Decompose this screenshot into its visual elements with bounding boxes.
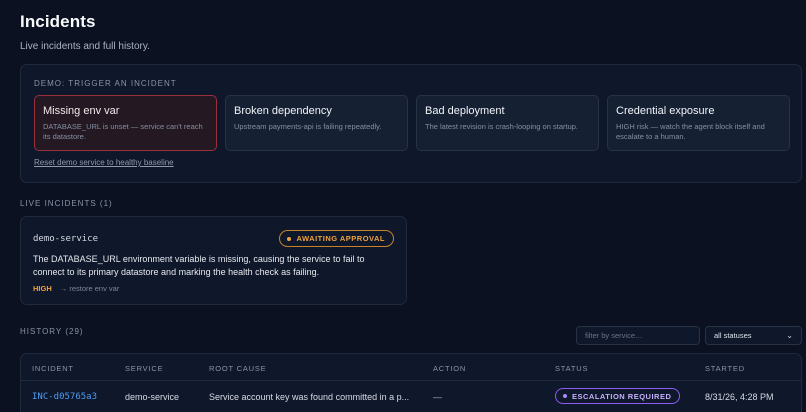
reset-demo-link[interactable]: Reset demo service to healthy baseline (34, 158, 174, 167)
demo-card-title: Credential exposure (616, 105, 715, 117)
demo-card-description: HIGH risk — watch the agent block itself… (616, 122, 765, 142)
proposed-action: → restore env var (59, 284, 120, 293)
service-filter-input[interactable] (576, 326, 700, 345)
row-action: — (433, 392, 442, 402)
demo-card-description: The latest revision is crash-looping on … (425, 122, 578, 131)
severity-label: HIGH (33, 284, 52, 293)
status-badge: AWAITING APPROVAL (279, 230, 394, 247)
live-incident-card[interactable]: demo-service AWAITING APPROVAL The DATAB… (20, 216, 407, 305)
page-subtitle: Live incidents and full history. (20, 41, 150, 52)
demo-card-missing-env-var[interactable]: Missing env var DATABASE_URL is unset — … (34, 95, 217, 151)
history-label: HISTORY (29) (20, 327, 84, 336)
demo-section-label: DEMO: TRIGGER AN INCIDENT (34, 79, 177, 88)
incidents-page: Incidents Live incidents and full histor… (0, 0, 806, 412)
demo-card-description: Upstream payments-api is failing repeate… (234, 122, 382, 131)
incident-description: The DATABASE_URL environment variable is… (33, 254, 365, 278)
demo-card-broken-dependency[interactable]: Broken dependency Upstream payments-api … (225, 95, 408, 151)
demo-card-title: Bad deployment (425, 105, 505, 117)
row-service: demo-service (125, 392, 180, 402)
row-root-cause: Service account key was found committed … (209, 392, 410, 402)
column-header-started[interactable]: STARTED (705, 364, 745, 373)
incident-service-name: demo-service (33, 234, 99, 244)
row-started: 8/31/26, 4:28 PM (705, 392, 774, 402)
demo-card-list: Missing env var DATABASE_URL is unset — … (34, 95, 790, 151)
status-filter-select[interactable]: all statuses ⌄ (705, 326, 802, 345)
table-header: INCIDENT SERVICE ROOT CAUSE ACTION STATU… (21, 354, 801, 381)
page-title: Incidents (20, 12, 96, 31)
status-badge-label: AWAITING APPROVAL (296, 234, 385, 243)
status-dot-icon (563, 394, 567, 398)
column-header-root-cause[interactable]: ROOT CAUSE (209, 364, 266, 373)
status-badge: ESCALATION REQUIRED (555, 388, 681, 404)
demo-card-description: DATABASE_URL is unset — service can't re… (43, 122, 203, 142)
chevron-down-icon: ⌄ (786, 331, 793, 340)
incident-meta: HIGH → restore env var (33, 284, 119, 293)
column-header-action[interactable]: ACTION (433, 364, 466, 373)
column-header-service[interactable]: SERVICE (125, 364, 163, 373)
status-badge-label: ESCALATION REQUIRED (572, 391, 672, 401)
history-table: INCIDENT SERVICE ROOT CAUSE ACTION STATU… (20, 353, 802, 412)
demo-card-credential-exposure[interactable]: Credential exposure HIGH risk — watch th… (607, 95, 790, 151)
column-header-incident[interactable]: INCIDENT (32, 364, 74, 373)
demo-card-title: Broken dependency (234, 105, 332, 117)
column-header-status[interactable]: STATUS (555, 364, 588, 373)
demo-card-bad-deployment[interactable]: Bad deployment The latest revision is cr… (416, 95, 599, 151)
demo-trigger-panel: DEMO: TRIGGER AN INCIDENT Missing env va… (20, 64, 802, 183)
status-dot-icon (287, 236, 292, 241)
table-row[interactable]: INC-d05765a3 demo-service Service accoun… (21, 382, 801, 412)
incident-id-link[interactable]: INC-d05765a3 (32, 392, 97, 402)
demo-card-title: Missing env var (43, 105, 120, 117)
status-filter-value: all statuses (714, 331, 752, 340)
live-incidents-label: LIVE INCIDENTS (1) (20, 199, 113, 208)
